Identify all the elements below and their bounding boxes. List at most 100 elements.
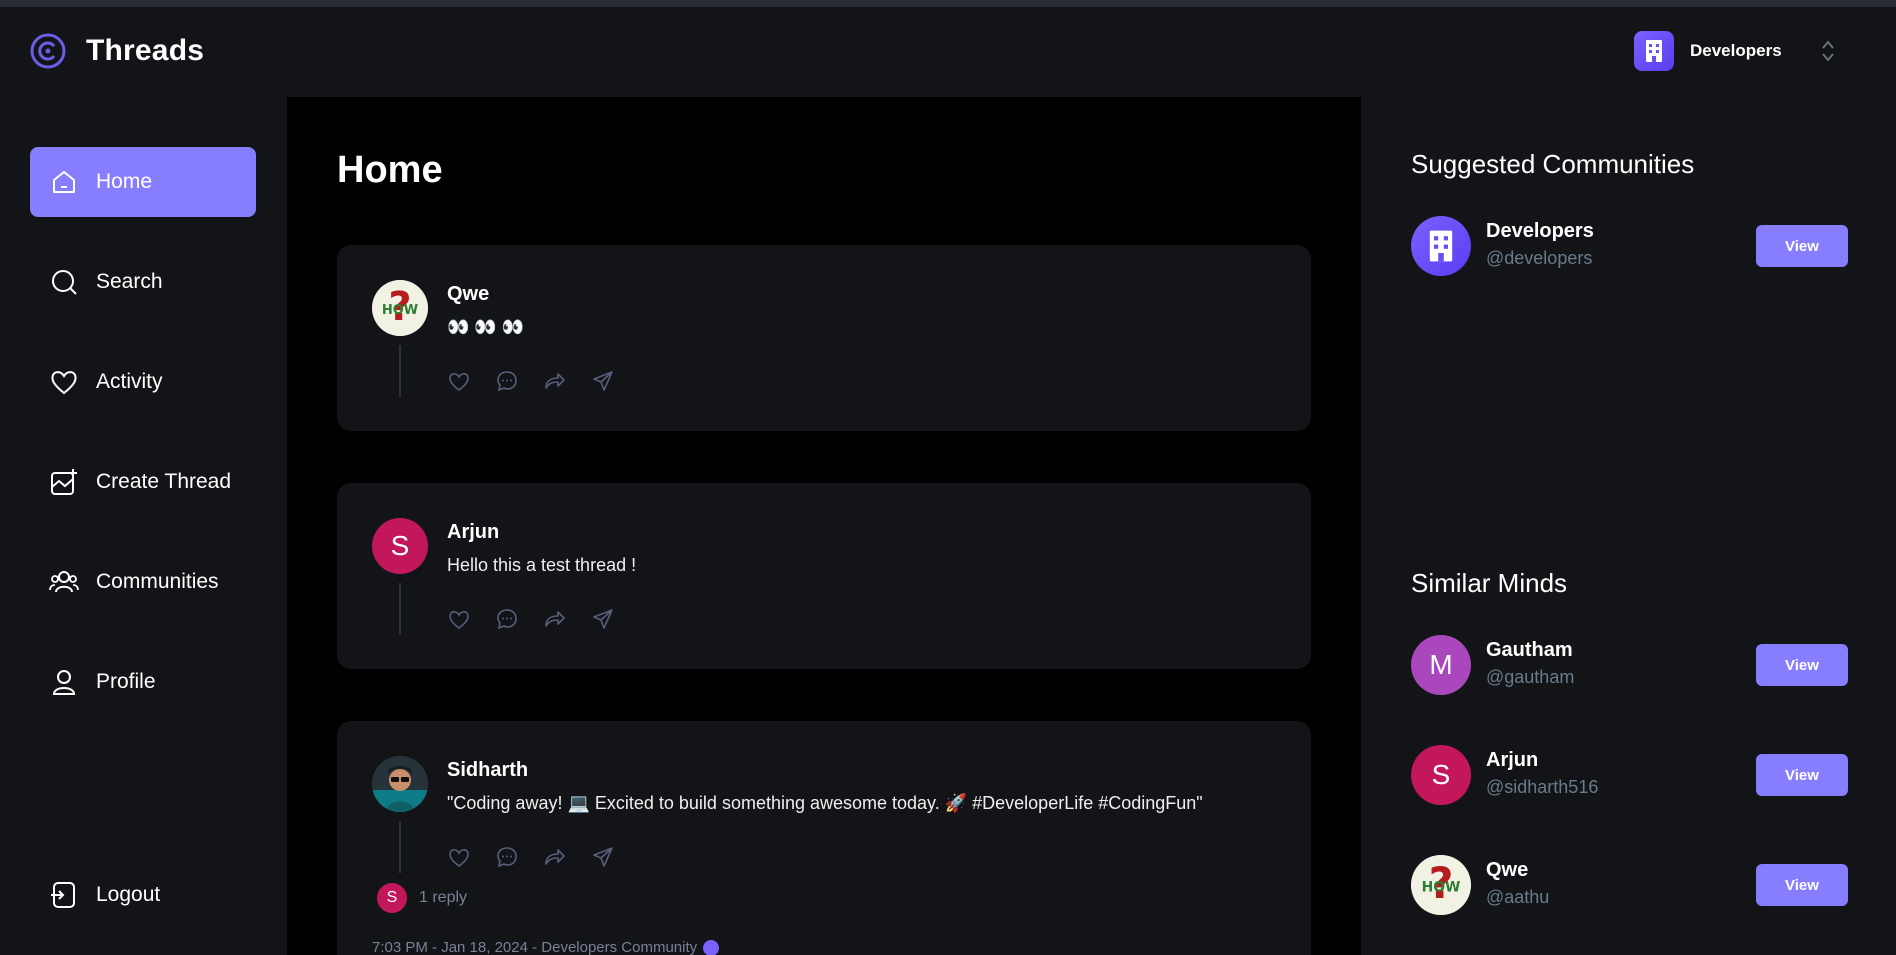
threads-logo-icon xyxy=(30,33,66,69)
right-sidebar: Suggested Communities Developers @develo… xyxy=(1361,97,1896,955)
share-icon[interactable] xyxy=(591,845,615,869)
thread-actions xyxy=(447,369,615,393)
share-icon[interactable] xyxy=(591,369,615,393)
building-icon xyxy=(1429,230,1453,262)
thread-author[interactable]: Sidharth xyxy=(447,759,528,782)
thread-card: S Arjun Hello this a test thread ! xyxy=(337,483,1311,669)
thread-author[interactable]: Arjun xyxy=(447,521,499,544)
home-icon xyxy=(48,166,80,198)
like-icon[interactable] xyxy=(447,369,471,393)
community-handle: @developers xyxy=(1486,248,1593,268)
share-icon[interactable] xyxy=(591,607,615,631)
replies-summary[interactable]: S 1 reply xyxy=(377,883,467,913)
building-icon xyxy=(1646,40,1662,62)
reply-icon[interactable] xyxy=(495,607,519,631)
user-name: Arjun xyxy=(1486,749,1539,771)
top-bar: Threads Developers xyxy=(0,7,1896,97)
user-handle: @sidharth516 xyxy=(1486,777,1599,797)
app-name: Threads xyxy=(86,34,205,67)
sidebar-item-label: Search xyxy=(96,270,163,293)
user-handle: @aathu xyxy=(1486,887,1550,907)
thread-timestamp-community[interactable]: 7:03 PM - Jan 18, 2024 - Developers Comm… xyxy=(372,939,697,955)
view-user-button[interactable]: View xyxy=(1756,864,1848,906)
author-avatar[interactable]: S xyxy=(372,518,428,574)
user-avatar: M xyxy=(1411,635,1471,695)
sidebar-item-label: Create Thread xyxy=(96,470,232,493)
page-title: Home xyxy=(337,149,443,191)
profile-icon xyxy=(48,666,80,698)
reply-icon[interactable] xyxy=(495,369,519,393)
logout-label: Logout xyxy=(96,883,161,906)
search-icon xyxy=(48,266,80,298)
org-name: Developers xyxy=(1690,41,1782,60)
suggested-communities-title: Suggested Communities xyxy=(1411,149,1695,179)
author-avatar[interactable] xyxy=(372,756,428,812)
svg-text:HOW: HOW xyxy=(1422,879,1461,895)
thread-actions xyxy=(447,607,615,631)
browser-top-strip xyxy=(0,0,1896,7)
thread-line xyxy=(399,345,401,397)
sidebar-item-search[interactable]: Search xyxy=(30,247,256,317)
thread-meta: 7:03 PM - Jan 18, 2024 - Developers Comm… xyxy=(372,939,720,955)
left-sidebar: Home Search Activity Create Thread Commu… xyxy=(0,97,287,955)
like-icon[interactable] xyxy=(447,845,471,869)
thread-content: Hello this a test thread ! xyxy=(447,555,637,575)
user-avatar: S xyxy=(1411,745,1471,805)
community-avatar xyxy=(1411,216,1471,276)
user-row: ? HOW Qwe @aathu View xyxy=(1411,855,1848,917)
thread-actions xyxy=(447,845,615,869)
similar-minds-title: Similar Minds xyxy=(1411,568,1568,598)
thread-line xyxy=(399,583,401,635)
svg-text:HOW: HOW xyxy=(382,303,418,318)
community-row: Developers @developers View xyxy=(1411,216,1848,278)
reply-icon[interactable] xyxy=(495,845,519,869)
brand[interactable]: Threads xyxy=(28,31,204,71)
sidebar-item-communities[interactable]: Communities xyxy=(30,547,256,617)
sidebar-item-create-thread[interactable]: Create Thread xyxy=(30,447,256,517)
thread-card: Sidharth "Coding away! 💻 Excited to buil… xyxy=(337,721,1311,955)
view-user-button[interactable]: View xyxy=(1756,754,1848,796)
thread-card: ? HOW Qwe 👀 👀 👀 xyxy=(337,245,1311,431)
organization-switcher[interactable]: Developers xyxy=(1634,31,1836,71)
community-name: Developers xyxy=(1486,220,1594,242)
logout-icon xyxy=(48,879,80,911)
main-feed: Home ? HOW Qwe 👀 👀 👀 S Arjun Hello this … xyxy=(287,97,1361,955)
avatar-letter: S xyxy=(390,530,410,561)
view-user-button[interactable]: View xyxy=(1756,644,1848,686)
thread-content: "Coding away! 💻 Excited to build somethi… xyxy=(447,793,1203,813)
repost-icon[interactable] xyxy=(543,369,567,393)
sidebar-item-activity[interactable]: Activity xyxy=(30,347,256,417)
reply-avatar: S xyxy=(377,883,407,913)
user-row: S Arjun @sidharth516 View xyxy=(1411,745,1848,807)
avatar-letter: M xyxy=(1429,649,1453,680)
repost-icon[interactable] xyxy=(543,845,567,869)
like-icon[interactable] xyxy=(447,607,471,631)
user-name: Qwe xyxy=(1486,859,1529,881)
chevrons-up-down-icon xyxy=(1822,40,1834,62)
community-badge-icon xyxy=(703,939,720,955)
view-community-button[interactable]: View xyxy=(1756,225,1848,267)
create-thread-icon xyxy=(48,466,80,498)
thread-author[interactable]: Qwe xyxy=(447,283,489,306)
org-avatar xyxy=(1634,31,1674,71)
thread-content: 👀 👀 👀 xyxy=(447,317,525,337)
sidebar-item-label: Profile xyxy=(96,670,156,693)
question-mark-image: ? HOW xyxy=(372,280,428,336)
avatar-letter: S xyxy=(1431,759,1451,790)
heart-icon xyxy=(48,366,80,398)
author-avatar[interactable]: ? HOW xyxy=(372,280,428,336)
sidebar-item-home[interactable]: Home xyxy=(30,147,256,217)
reply-count[interactable]: 1 reply xyxy=(419,889,467,907)
question-mark-image: ? HOW xyxy=(1411,855,1471,915)
thread-line xyxy=(399,821,401,873)
communities-icon xyxy=(48,566,80,598)
user-avatar: ? HOW xyxy=(1411,855,1471,915)
logout-button[interactable]: Logout xyxy=(30,860,256,930)
sidebar-item-label: Home xyxy=(96,170,153,193)
person-photo-image xyxy=(372,756,428,812)
sidebar-item-profile[interactable]: Profile xyxy=(30,647,256,717)
user-row: M Gautham @gautham View xyxy=(1411,635,1848,697)
repost-icon[interactable] xyxy=(543,607,567,631)
user-name: Gautham xyxy=(1486,639,1573,661)
sidebar-item-label: Activity xyxy=(96,370,163,393)
